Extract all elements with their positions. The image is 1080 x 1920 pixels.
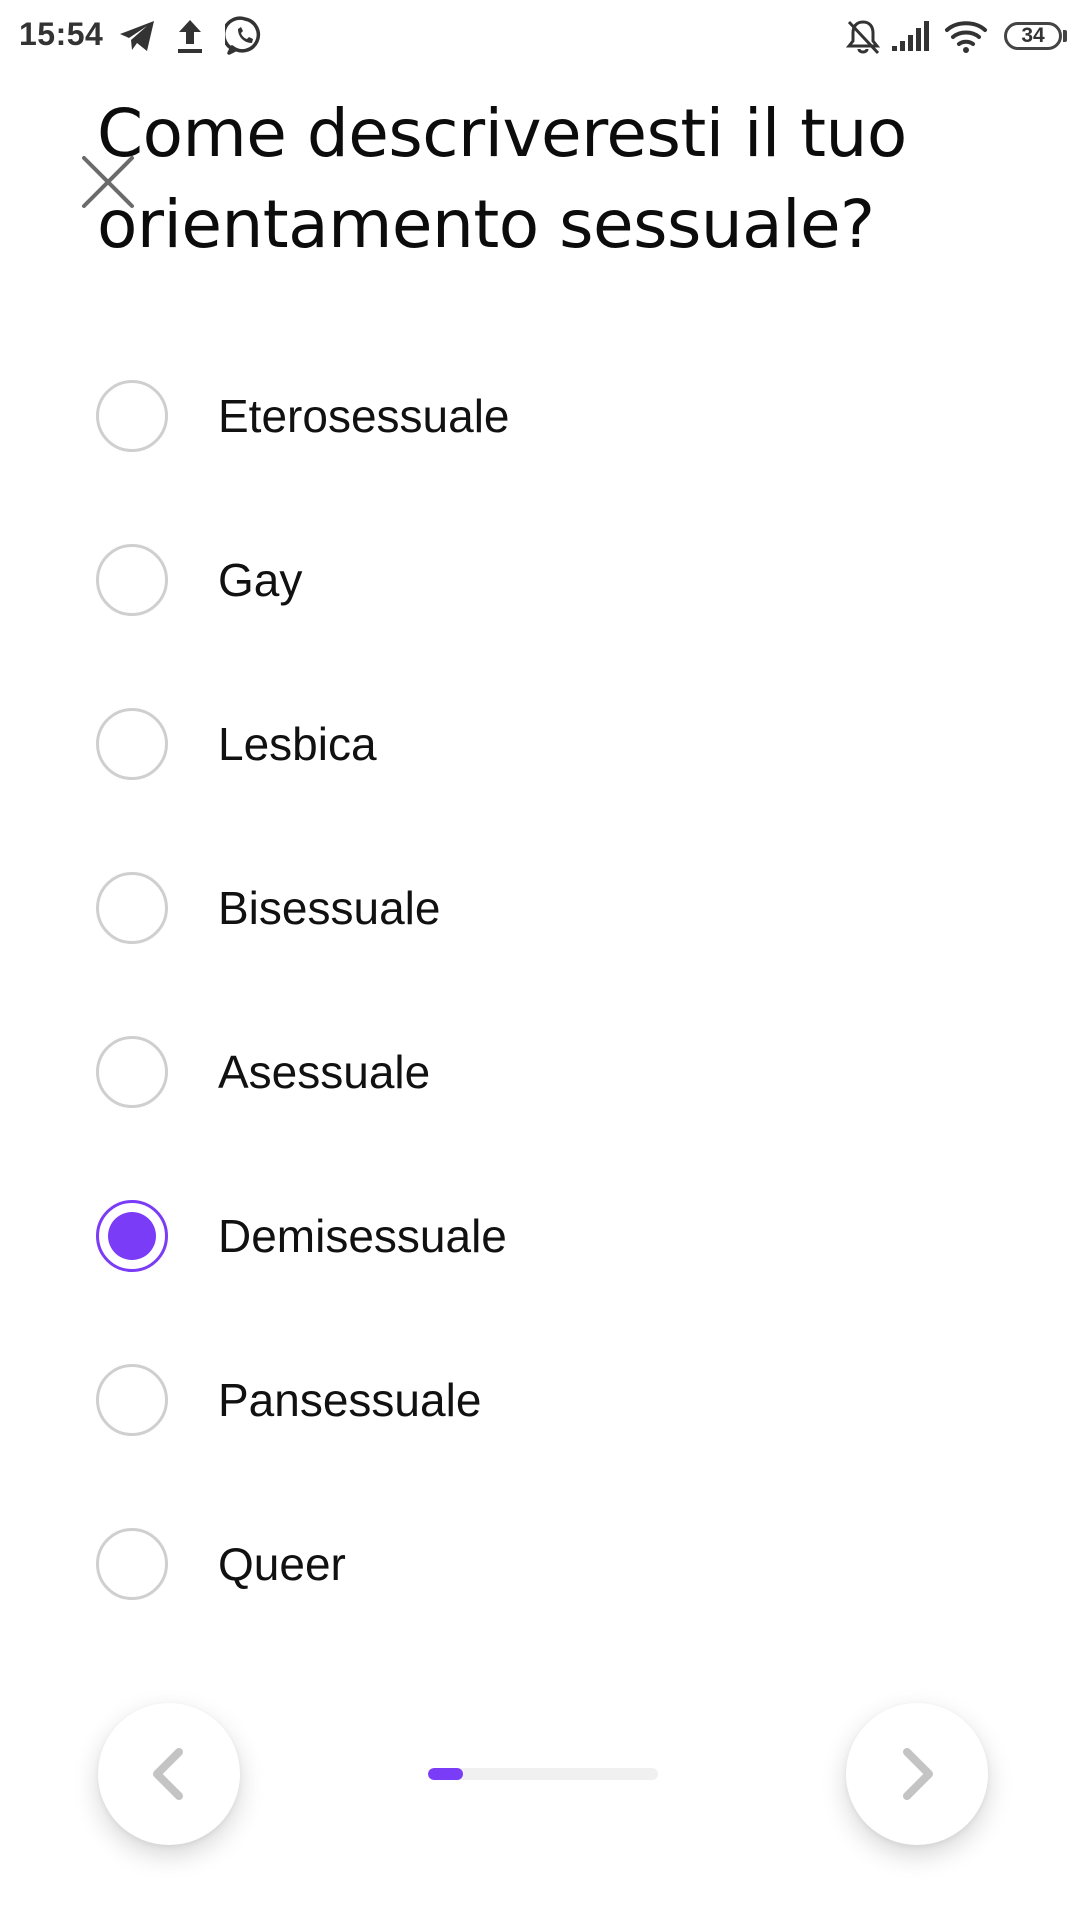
radio-button[interactable]: [96, 1364, 168, 1436]
option-label: Asessuale: [218, 1046, 431, 1098]
notifications-off-icon: [845, 20, 881, 55]
battery-level: 34: [1021, 24, 1045, 47]
chevron-right-icon: [903, 1748, 933, 1800]
page-title: Come descriveresti il tuo orientamento s…: [97, 95, 907, 263]
back-button[interactable]: [98, 1703, 240, 1845]
progress-bar: [428, 1768, 658, 1780]
radio-button[interactable]: [96, 544, 168, 616]
radio-button[interactable]: [96, 380, 168, 452]
option-pansessuale[interactable]: Pansessuale: [96, 1355, 976, 1445]
option-bisessuale[interactable]: Bisessuale: [96, 863, 976, 953]
option-label: Queer: [218, 1538, 346, 1590]
option-queer[interactable]: Queer: [96, 1519, 976, 1609]
upload-icon: [178, 20, 202, 53]
telegram-icon: [120, 21, 154, 51]
radio-button[interactable]: [96, 1528, 168, 1600]
battery-tip: [1063, 30, 1067, 42]
option-lesbica[interactable]: Lesbica: [96, 699, 976, 789]
option-label: Lesbica: [218, 718, 377, 770]
option-demisessuale[interactable]: Demisessuale: [96, 1191, 976, 1281]
option-label: Gay: [218, 554, 303, 606]
option-label: Pansessuale: [218, 1374, 482, 1426]
close-button[interactable]: [78, 152, 138, 212]
status-bar: 15:54 34: [0, 0, 1080, 72]
option-label: Bisessuale: [218, 882, 441, 934]
status-time: 15:54: [19, 16, 104, 52]
battery-icon: 34: [1004, 22, 1062, 50]
whatsapp-icon: [225, 16, 261, 55]
option-gay[interactable]: Gay: [96, 535, 976, 625]
option-eterosessuale[interactable]: Eterosessuale: [96, 371, 976, 461]
progress-fill: [428, 1768, 463, 1780]
radio-button[interactable]: [96, 1036, 168, 1108]
option-label: Demisessuale: [218, 1210, 507, 1262]
radio-button[interactable]: [96, 708, 168, 780]
chevron-left-icon: [153, 1748, 183, 1800]
radio-button[interactable]: [96, 872, 168, 944]
option-asessuale[interactable]: Asessuale: [96, 1027, 976, 1117]
next-button[interactable]: [846, 1703, 988, 1845]
close-icon: [82, 156, 134, 208]
radio-button-selected[interactable]: [96, 1200, 168, 1272]
signal-icon: [892, 21, 929, 51]
option-label: Eterosessuale: [218, 390, 510, 442]
wifi-icon: [945, 21, 987, 53]
